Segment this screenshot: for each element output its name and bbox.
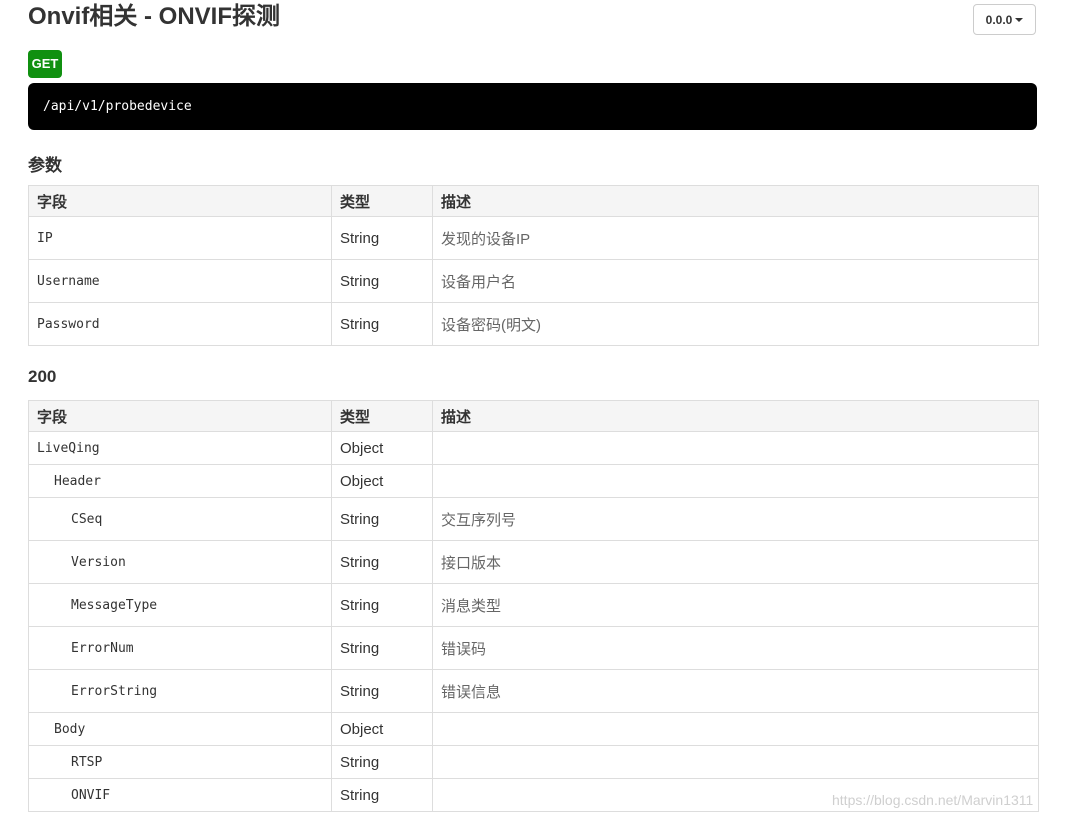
field-description-cell: 设备用户名	[432, 259, 1039, 303]
field-type-cell: String	[331, 669, 433, 713]
field-name-cell: LiveQing	[28, 431, 332, 465]
field-description-cell: 接口版本	[432, 540, 1039, 584]
watermark: https://blog.csdn.net/Marvin1311	[832, 792, 1034, 808]
table-row: LiveQing Object	[28, 431, 1039, 465]
column-header-type: 类型	[331, 185, 433, 217]
params-section-title: 参数	[28, 156, 62, 175]
field-type-cell: String	[331, 259, 433, 303]
field-description-cell: 错误信息	[432, 669, 1039, 713]
field-name-cell: RTSP	[28, 745, 332, 779]
field-type-cell: String	[331, 778, 433, 812]
column-header-field: 字段	[28, 185, 332, 217]
field-type-cell: String	[331, 745, 433, 779]
table-row: Version String 接口版本	[28, 540, 1039, 584]
field-description-cell: 交互序列号	[432, 497, 1039, 541]
field-name-cell: ErrorNum	[28, 626, 332, 670]
column-header-field: 字段	[28, 400, 332, 432]
version-dropdown-button[interactable]: 0.0.0	[973, 4, 1036, 35]
version-label: 0.0.0	[985, 12, 1013, 27]
field-type-cell: String	[331, 540, 433, 584]
field-description-cell: 错误码	[432, 626, 1039, 670]
field-type-cell: String	[331, 302, 433, 346]
table-row: Username String 设备用户名	[28, 259, 1039, 303]
field-type-cell: String	[331, 216, 433, 260]
field-name-cell: Body	[28, 712, 332, 746]
field-description-cell: 发现的设备IP	[432, 216, 1039, 260]
field-type-cell: Object	[331, 712, 433, 746]
field-description-cell	[432, 431, 1039, 465]
response-table: 字段 类型 描述 LiveQing Object Header Object C…	[28, 400, 1039, 812]
table-row: ErrorNum String 错误码	[28, 626, 1039, 670]
table-row: MessageType String 消息类型	[28, 583, 1039, 627]
table-row: ErrorString String 错误信息	[28, 669, 1039, 713]
field-type-cell: Object	[331, 464, 433, 498]
caret-down-icon	[1015, 17, 1024, 22]
field-name-cell: IP	[28, 216, 332, 260]
field-name-cell: Header	[28, 464, 332, 498]
field-type-cell: Object	[331, 431, 433, 465]
field-name-cell: CSeq	[28, 497, 332, 541]
table-row: CSeq String 交互序列号	[28, 497, 1039, 541]
field-description-cell	[432, 745, 1039, 779]
field-type-cell: String	[331, 626, 433, 670]
table-row: RTSP String	[28, 745, 1039, 779]
table-header-row: 字段 类型 描述	[28, 185, 1039, 217]
field-name-cell: Username	[28, 259, 332, 303]
params-table: 字段 类型 描述 IP String 发现的设备IP Username Stri…	[28, 185, 1039, 346]
table-header-row: 字段 类型 描述	[28, 400, 1039, 432]
endpoint-path: /api/v1/probedevice	[28, 83, 1037, 130]
field-description-cell: 消息类型	[432, 583, 1039, 627]
field-description-cell: 设备密码(明文)	[432, 302, 1039, 346]
field-name-cell: ONVIF	[28, 778, 332, 812]
field-name-cell: ErrorString	[28, 669, 332, 713]
column-header-description: 描述	[432, 185, 1039, 217]
table-row: IP String 发现的设备IP	[28, 216, 1039, 260]
http-method-badge: GET	[28, 50, 62, 78]
response-section-title: 200	[28, 367, 57, 386]
field-name-cell: Version	[28, 540, 332, 584]
page-title: Onvif相关 - ONVIF探测	[28, 3, 280, 30]
field-type-cell: String	[331, 583, 433, 627]
field-name-cell: Password	[28, 302, 332, 346]
table-row: Password String 设备密码(明文)	[28, 302, 1039, 346]
field-type-cell: String	[331, 497, 433, 541]
column-header-description: 描述	[432, 400, 1039, 432]
field-name-cell: MessageType	[28, 583, 332, 627]
table-row: Header Object	[28, 464, 1039, 498]
table-row: Body Object	[28, 712, 1039, 746]
field-description-cell	[432, 464, 1039, 498]
field-description-cell	[432, 712, 1039, 746]
column-header-type: 类型	[331, 400, 433, 432]
